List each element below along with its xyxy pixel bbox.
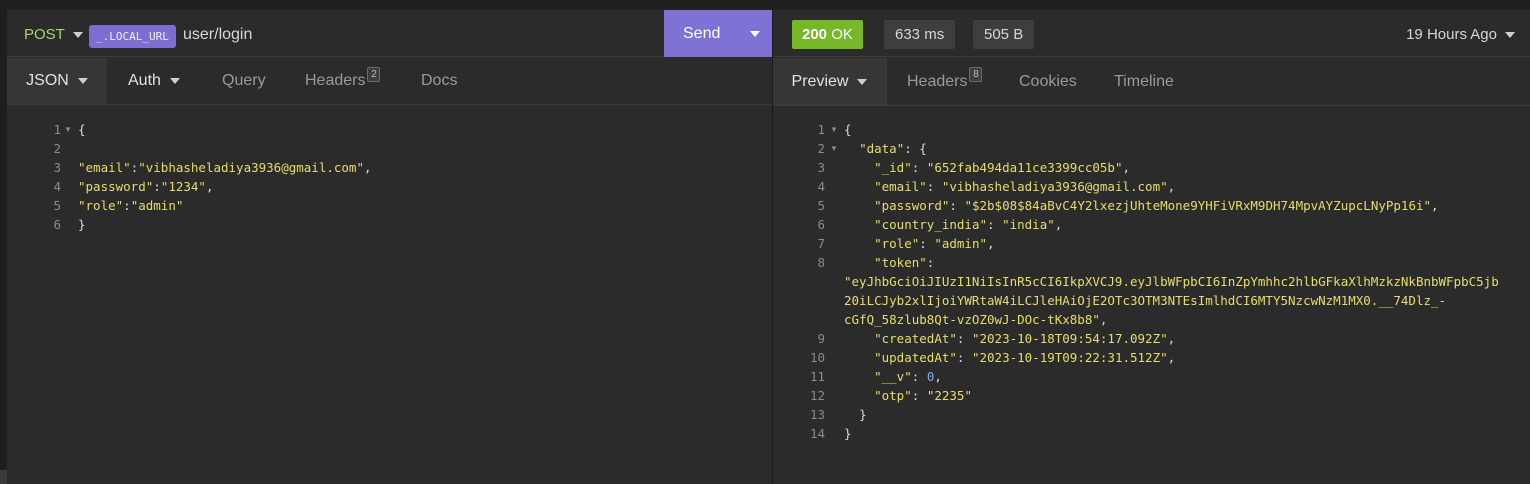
line-number: 4 xyxy=(817,179,825,194)
code-text: "role":"admin" xyxy=(78,198,184,213)
code-text: "__v": 0, xyxy=(874,369,942,384)
line-number: 1 xyxy=(817,122,825,137)
line-number: 6 xyxy=(53,217,61,232)
response-pane: 200 OK 633 ms 505 B 19 Hours Ago Preview… xyxy=(773,10,1530,484)
line-number: 14 xyxy=(809,426,825,441)
response-time-badge: 633 ms xyxy=(884,20,956,49)
chevron-down-icon xyxy=(857,78,868,85)
line-number: 8 xyxy=(817,255,825,270)
tab-timeline[interactable]: Timeline xyxy=(1114,58,1174,105)
line-number: 2 xyxy=(817,141,825,156)
line-number: 10 xyxy=(809,350,825,365)
tab-label: Headers xyxy=(907,72,968,90)
tab-preview[interactable]: Preview xyxy=(773,58,887,105)
request-body-editor[interactable]: 1 ▼ { 2 3 "email":"vibhasheladiya3936@gm… xyxy=(7,106,772,484)
code-text: } xyxy=(859,407,867,422)
tab-query[interactable]: Query xyxy=(222,58,266,104)
code-text: "createdAt": "2023-10-18T09:54:17.092Z", xyxy=(874,331,1176,346)
line-number: 7 xyxy=(817,236,825,251)
fold-arrow-icon[interactable]: ▼ xyxy=(830,125,838,134)
code-text: { xyxy=(78,122,86,137)
line-number: 5 xyxy=(817,198,825,213)
status-badge: 200 OK xyxy=(792,20,863,49)
line-number: 9 xyxy=(817,331,825,346)
code-text: "password":"1234", xyxy=(78,179,214,194)
chevron-down-icon xyxy=(72,31,83,38)
code-text: cGfQ_58zlub8Qt-vzOZ0wJ-DOc-tKx8b8", xyxy=(844,312,1108,327)
tab-label: Docs xyxy=(421,72,458,89)
code-text: "email": "vibhasheladiya3936@gmail.com", xyxy=(874,179,1176,194)
tab-body-json[interactable]: JSON xyxy=(7,58,107,104)
code-text: "data": { xyxy=(859,141,927,156)
fold-arrow-icon[interactable]: ▼ xyxy=(830,144,838,153)
fold-arrow-icon[interactable]: ▼ xyxy=(64,125,72,134)
code-text: "password": "$2b$08$84aBvC4Y2lxezjUhteMo… xyxy=(874,198,1439,213)
method-selector[interactable]: POST xyxy=(24,26,83,43)
code-text: "_id": "652fab494da11ce3399cc05b", xyxy=(874,160,1131,175)
history-dropdown[interactable]: 19 Hours Ago xyxy=(1406,26,1515,43)
line-number: 3 xyxy=(53,160,61,175)
code-text: { xyxy=(844,122,852,137)
code-text: "otp": "2235" xyxy=(874,388,972,403)
scrollbar[interactable] xyxy=(0,470,7,484)
tab-auth[interactable]: Auth xyxy=(128,58,180,104)
tab-label: Headers xyxy=(305,72,366,89)
send-label: Send xyxy=(683,24,721,42)
left-sidebar-edge xyxy=(0,0,7,484)
line-number: 13 xyxy=(809,407,825,422)
line-number: 6 xyxy=(817,217,825,232)
headers-count-badge: 8 xyxy=(969,67,983,82)
tab-label: Preview xyxy=(791,72,849,90)
code-text: "country_india": "india", xyxy=(874,217,1063,232)
request-pane: POST _.LOCAL_URL user/login Send JSON Au… xyxy=(7,10,772,484)
line-number: 3 xyxy=(817,160,825,175)
line-number: 11 xyxy=(809,369,825,384)
tab-headers[interactable]: Headers 2 xyxy=(305,58,381,104)
response-status-bar: 200 OK 633 ms 505 B 19 Hours Ago xyxy=(773,10,1530,57)
headers-count-badge: 2 xyxy=(367,66,381,82)
tab-cookies[interactable]: Cookies xyxy=(1019,58,1077,105)
chevron-down-icon xyxy=(1505,31,1515,38)
tab-label: Cookies xyxy=(1019,72,1077,90)
line-number: 4 xyxy=(53,179,61,194)
response-size-badge: 505 B xyxy=(973,20,1035,49)
line-number: 2 xyxy=(53,141,61,156)
tab-docs[interactable]: Docs xyxy=(421,58,457,104)
code-text: } xyxy=(78,217,86,232)
code-text: "token": xyxy=(874,255,935,270)
request-tabbar: JSON Auth Query Headers 2 Docs xyxy=(7,58,772,105)
tab-label: Timeline xyxy=(1114,72,1174,90)
send-options-dropdown[interactable] xyxy=(738,10,772,57)
line-number: 1 xyxy=(53,122,61,137)
code-text: "role": "admin", xyxy=(874,236,995,251)
chevron-down-icon xyxy=(77,78,88,84)
code-text: "eyJhbGciOiJIUzI1NiIsInR5cCI6IkpXVCJ9.ey… xyxy=(844,274,1499,289)
line-number: 5 xyxy=(53,198,61,213)
environment-variable-tag[interactable]: _.LOCAL_URL xyxy=(89,25,176,48)
line-number: 12 xyxy=(809,388,825,403)
url-path-input[interactable]: user/login xyxy=(183,26,252,44)
tab-response-headers[interactable]: Headers 8 xyxy=(907,58,983,105)
code-text: } xyxy=(844,426,852,441)
tab-label: Query xyxy=(222,72,266,89)
chevron-down-icon xyxy=(750,30,760,37)
code-text: "updatedAt": "2023-10-19T09:22:31.512Z", xyxy=(874,350,1176,365)
send-button[interactable]: Send xyxy=(664,10,772,57)
code-text: 20iLCJyb2xlIjoiYWRtaW4iLCJleHAiOjE2OTc3O… xyxy=(844,293,1447,308)
response-body-viewer[interactable]: 1 ▼ { 2 ▼ "data": { 3 "_id": "652fab494d… xyxy=(773,106,1530,484)
chevron-down-icon xyxy=(169,78,180,84)
method-label: POST xyxy=(24,26,65,43)
code-text: "email":"vibhasheladiya3936@gmail.com", xyxy=(78,160,372,175)
url-bar: POST _.LOCAL_URL user/login Send xyxy=(7,10,772,57)
history-label: 19 Hours Ago xyxy=(1406,26,1497,43)
tab-label: Auth xyxy=(128,72,161,89)
top-edge xyxy=(0,0,1530,10)
tab-label: JSON xyxy=(26,72,69,89)
